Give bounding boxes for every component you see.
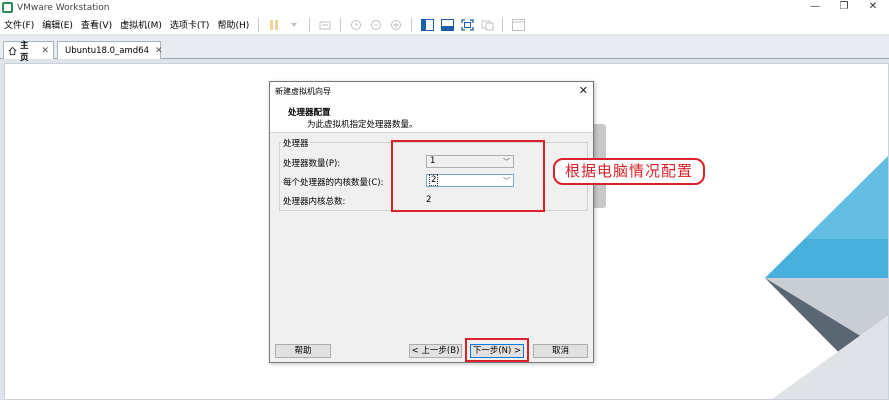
menu-bar: 文件(F) 编辑(E) 查看(V) 虚拟机(M) 选项卡(T) 帮助(H) bbox=[0, 15, 889, 35]
toolbar-separator bbox=[258, 17, 260, 32]
new-vm-wizard-dialog: 新建虚拟机向导 ✕ 处理器配置 为此虚拟机指定处理器数量。 处理器 处理器数量(… bbox=[269, 81, 594, 363]
tab-ubuntu-vm[interactable]: Ubuntu18.0_amd64 ✕ bbox=[57, 41, 163, 59]
close-tab-icon[interactable]: ✕ bbox=[155, 46, 163, 56]
menu-vm[interactable]: 虚拟机(M) bbox=[116, 18, 166, 31]
tab-label: Ubuntu18.0_amd64 bbox=[65, 45, 149, 56]
dialog-titlebar: 新建虚拟机向导 bbox=[270, 82, 593, 100]
window-title: VMware Workstation bbox=[17, 2, 110, 13]
dialog-title: 新建虚拟机向导 bbox=[275, 86, 331, 96]
pause-icon[interactable] bbox=[267, 18, 281, 32]
thumbnail-bar-icon[interactable] bbox=[440, 18, 454, 32]
snapshot-manager-icon[interactable] bbox=[389, 18, 403, 32]
dialog-header: 处理器配置 为此虚拟机指定处理器数量。 bbox=[270, 100, 593, 133]
menu-tabs[interactable]: 选项卡(T) bbox=[166, 18, 214, 31]
dialog-heading: 处理器配置 bbox=[288, 108, 331, 118]
home-icon bbox=[8, 46, 17, 55]
menu-help[interactable]: 帮助(H) bbox=[213, 18, 253, 31]
sidebar-toggle-icon[interactable] bbox=[420, 18, 434, 32]
total-cores-label: 处理器内核总数: bbox=[283, 197, 346, 207]
fullscreen-icon[interactable] bbox=[460, 18, 474, 32]
annotation-callout: 根据电脑情况配置 bbox=[553, 158, 705, 185]
tab-label: 主页 bbox=[20, 40, 29, 63]
console-view-icon[interactable] bbox=[511, 18, 525, 32]
close-window-button[interactable]: ✕ bbox=[858, 0, 888, 15]
minimize-button[interactable]: — bbox=[800, 0, 830, 15]
cores-per-processor-label: 每个处理器的内核数量(C): bbox=[283, 178, 384, 188]
group-title: 处理器 bbox=[282, 137, 310, 149]
dialog-subheading: 为此虚拟机指定处理器数量。 bbox=[307, 120, 418, 130]
tab-bar: 主页 ✕ Ubuntu18.0_amd64 ✕ bbox=[0, 36, 889, 63]
chevron-down-icon[interactable] bbox=[287, 18, 301, 32]
menu-view[interactable]: 查看(V) bbox=[77, 18, 116, 31]
vmware-logo-icon bbox=[2, 2, 13, 13]
toolbar-separator bbox=[340, 17, 342, 32]
toolbar-separator bbox=[411, 17, 413, 32]
help-button[interactable]: 帮助 bbox=[275, 344, 331, 358]
menu-file[interactable]: 文件(F) bbox=[0, 18, 38, 31]
back-button[interactable]: < 上一步(B) bbox=[409, 344, 462, 358]
send-keys-icon[interactable] bbox=[318, 18, 332, 32]
revert-snapshot-icon[interactable] bbox=[369, 18, 383, 32]
window-titlebar: VMware Workstation — ❐ ✕ bbox=[0, 0, 889, 15]
toolbar-separator bbox=[309, 17, 311, 32]
unity-icon[interactable] bbox=[480, 18, 494, 32]
maximize-button[interactable]: ❐ bbox=[829, 0, 859, 15]
snapshot-icon[interactable] bbox=[349, 18, 363, 32]
close-tab-icon[interactable]: ✕ bbox=[41, 46, 49, 56]
toolbar-separator bbox=[502, 17, 504, 32]
processor-count-label: 处理器数量(P): bbox=[283, 159, 341, 169]
highlight-box-next-button bbox=[465, 338, 529, 362]
tab-home[interactable]: 主页 ✕ bbox=[3, 41, 54, 63]
cancel-button[interactable]: 取消 bbox=[533, 344, 588, 358]
dialog-close-icon[interactable]: ✕ bbox=[579, 84, 588, 97]
highlight-box-processor-settings bbox=[391, 140, 545, 212]
menu-edit[interactable]: 编辑(E) bbox=[38, 18, 77, 31]
